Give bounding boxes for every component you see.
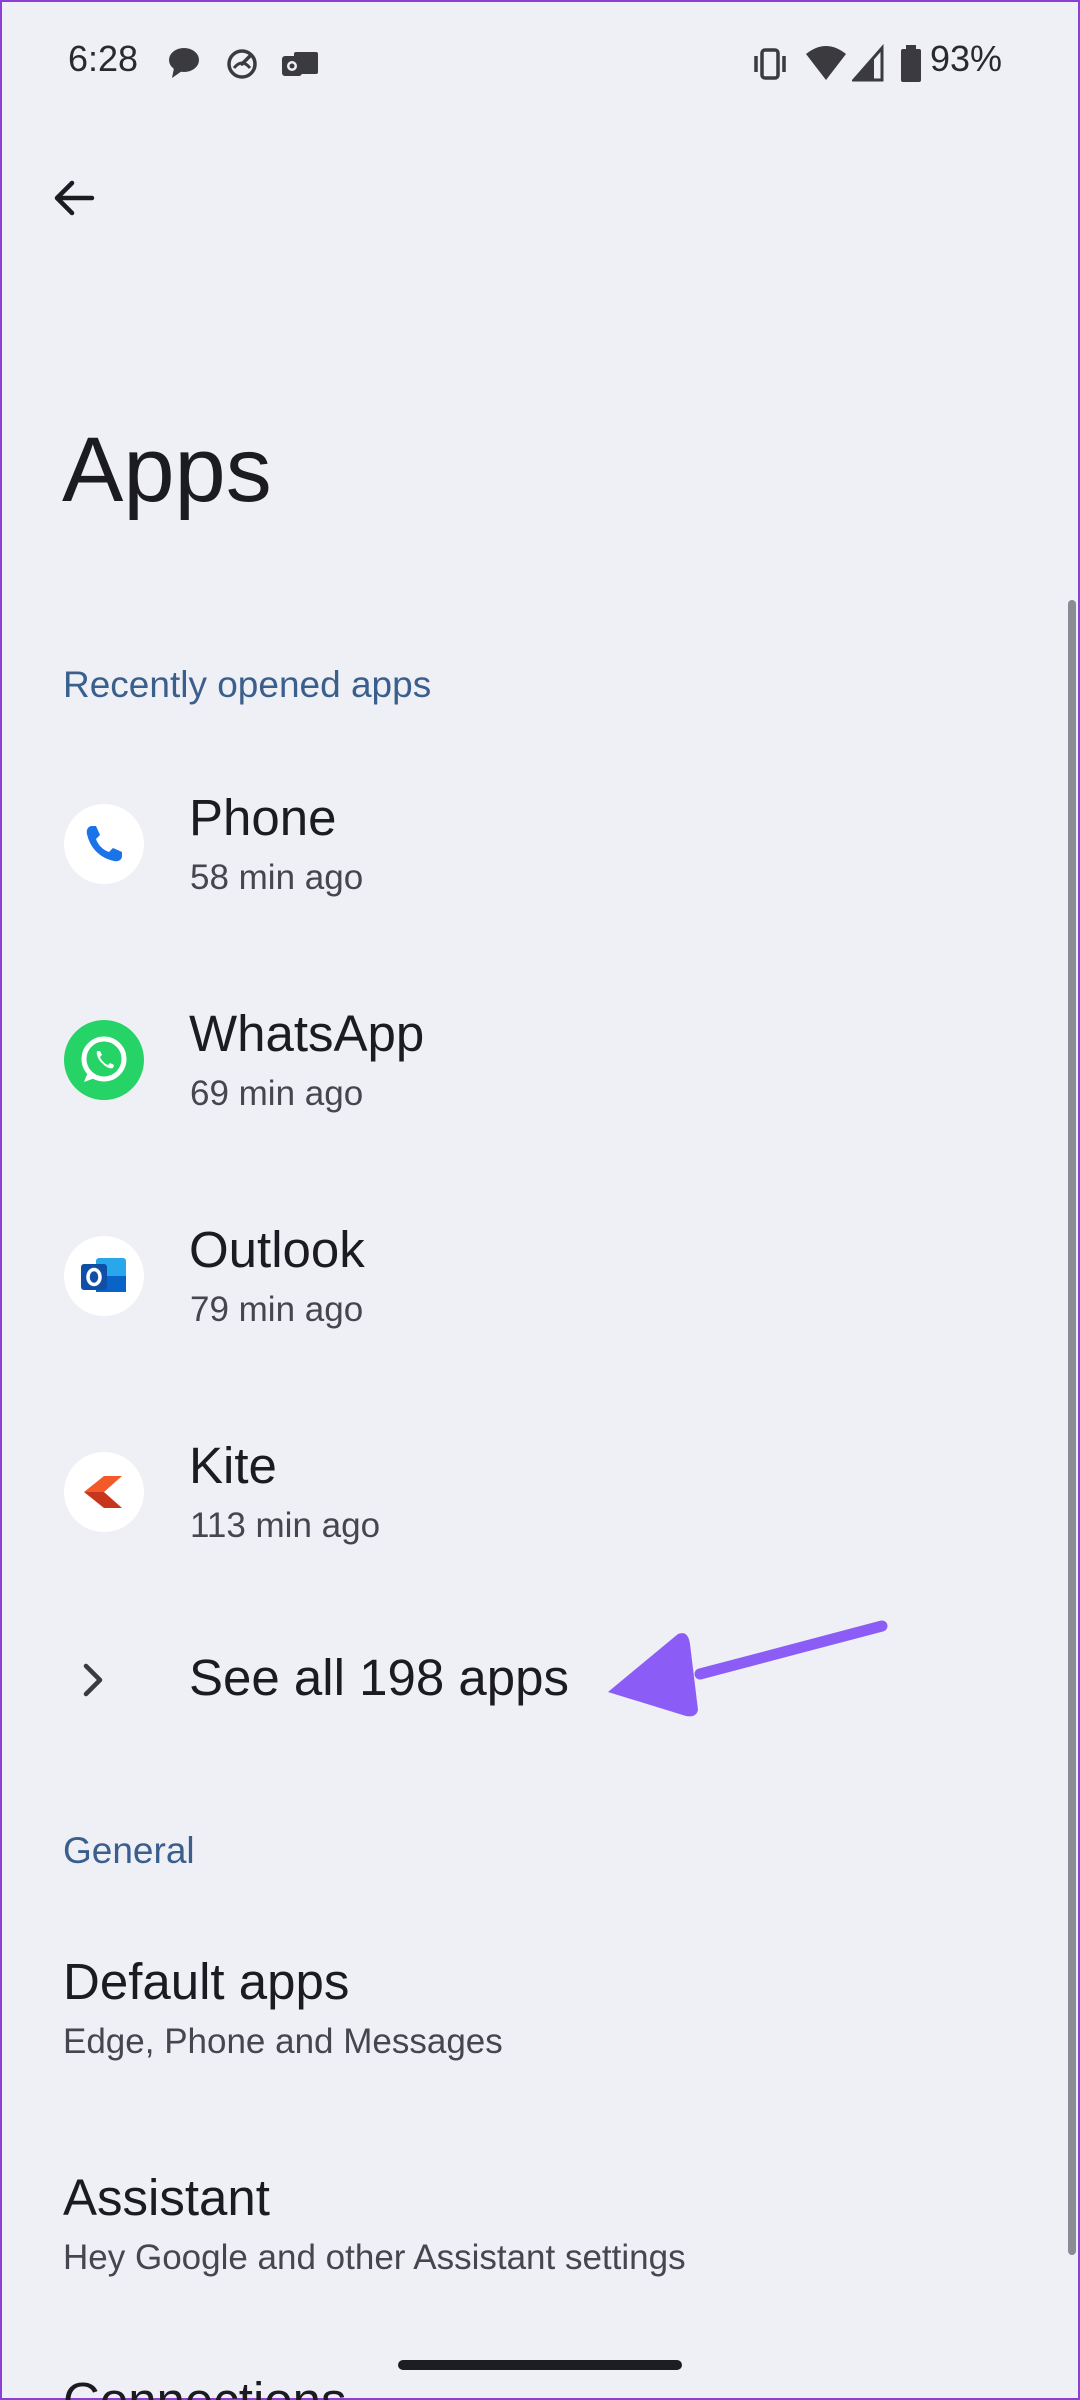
outlook-app-icon xyxy=(64,1236,144,1316)
home-indicator[interactable] xyxy=(398,2360,682,2370)
setting-subtitle: Hey Google and other Assistant settings xyxy=(63,2238,686,2277)
speed-gauge-icon xyxy=(227,49,257,79)
section-header-recent: Recently opened apps xyxy=(63,664,432,705)
status-bar: 6:28 93% xyxy=(0,0,1080,130)
setting-subtitle: Edge, Phone and Messages xyxy=(63,2022,503,2061)
see-all-apps-label: See all 198 apps xyxy=(189,1649,569,1706)
chat-bubble-icon xyxy=(169,48,199,78)
page-title: Apps xyxy=(62,419,272,521)
app-row-outlook[interactable]: Outlook 79 min ago xyxy=(0,1176,1060,1376)
app-row-whatsapp[interactable]: WhatsApp 69 min ago xyxy=(0,960,1060,1160)
see-all-apps-button[interactable]: See all 198 apps xyxy=(0,1600,1060,1760)
setting-title: Assistant xyxy=(63,2169,270,2226)
status-time: 6:28 xyxy=(68,38,139,79)
section-header-general: General xyxy=(63,1830,195,1871)
kite-app-icon xyxy=(64,1452,144,1532)
app-name: Outlook xyxy=(189,1221,365,1278)
phone-app-icon xyxy=(64,804,144,884)
battery-percent: 93% xyxy=(930,38,1003,79)
scrollbar[interactable] xyxy=(1068,600,1076,2255)
setting-title: Default apps xyxy=(63,1953,350,2010)
battery-icon xyxy=(901,45,921,82)
app-name: WhatsApp xyxy=(189,1005,425,1062)
setting-assistant[interactable]: Assistant Hey Google and other Assistant… xyxy=(0,2124,1060,2324)
app-last-opened: 58 min ago xyxy=(190,858,364,897)
chevron-right-icon xyxy=(83,1663,103,1697)
app-name: Kite xyxy=(189,1437,277,1494)
back-arrow-icon xyxy=(54,180,95,216)
app-name: Phone xyxy=(189,789,337,846)
wifi-icon xyxy=(806,46,846,80)
setting-partial-item[interactable]: Connections xyxy=(63,2375,347,2400)
app-last-opened: 69 min ago xyxy=(190,1074,364,1113)
app-last-opened: 113 min ago xyxy=(190,1506,381,1545)
back-button[interactable] xyxy=(36,160,112,236)
vibrate-icon xyxy=(754,48,786,80)
app-row-kite[interactable]: Kite 113 min ago xyxy=(0,1392,1060,1592)
cell-signal-icon xyxy=(852,44,884,82)
annotation-arrow-icon xyxy=(608,1620,888,1717)
outlook-notification-icon xyxy=(282,52,318,76)
app-last-opened: 79 min ago xyxy=(190,1290,364,1329)
whatsapp-app-icon xyxy=(64,1020,144,1100)
setting-default-apps[interactable]: Default apps Edge, Phone and Messages xyxy=(0,1908,1060,2108)
app-row-phone[interactable]: Phone 58 min ago xyxy=(0,744,1060,944)
